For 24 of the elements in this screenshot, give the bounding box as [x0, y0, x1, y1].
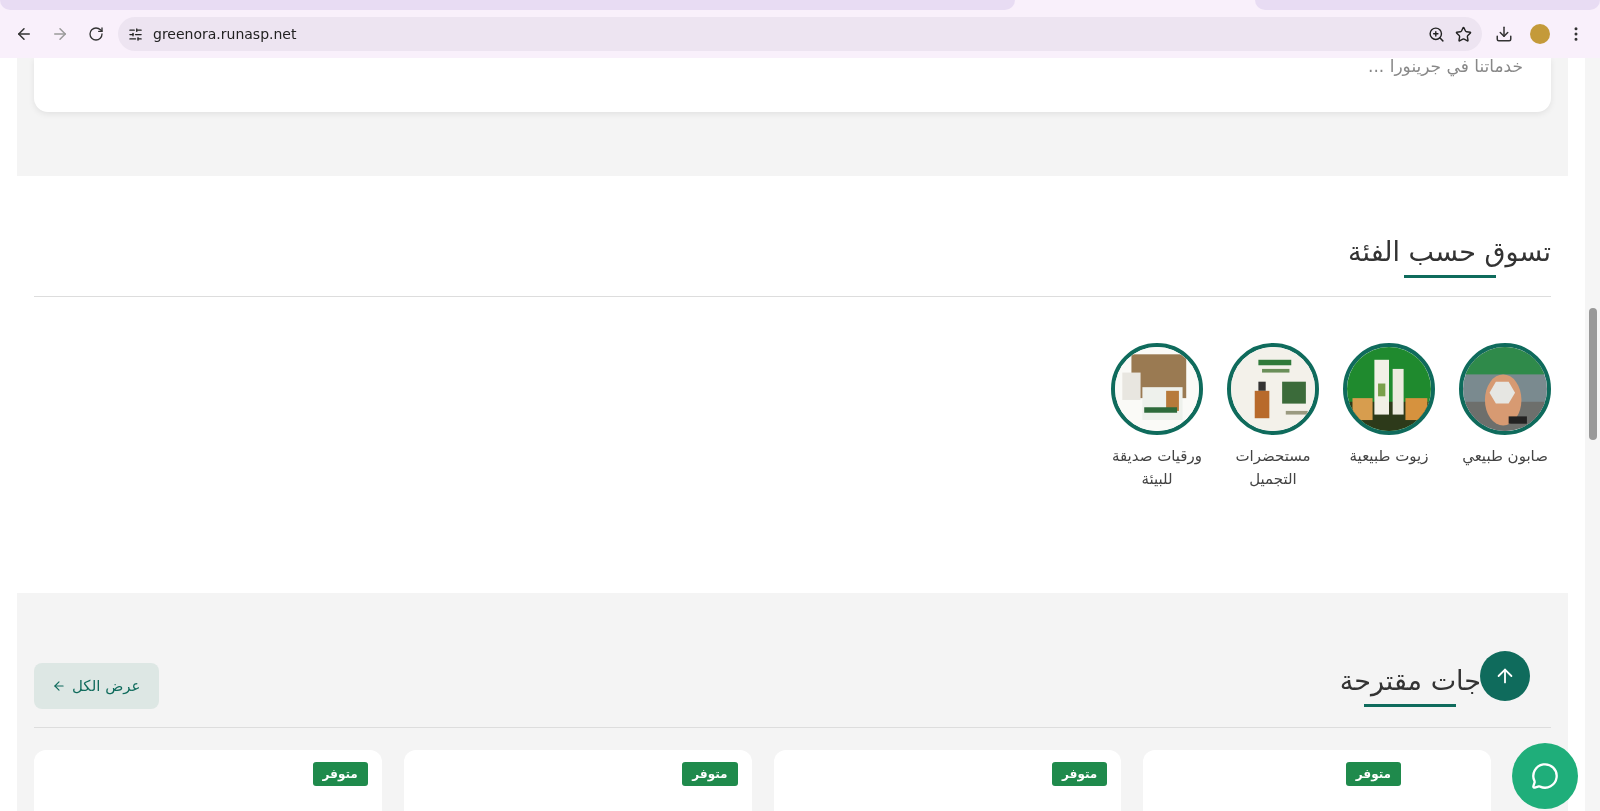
- section-title: جات مقترحة: [1339, 665, 1481, 696]
- product-card[interactable]: متوفر: [34, 750, 382, 811]
- product-card[interactable]: متوفر: [1143, 750, 1491, 811]
- stock-badge: متوفر: [1345, 762, 1401, 786]
- category-label[interactable]: زيوت طبيعية: [1334, 445, 1444, 468]
- site-settings-icon[interactable]: [128, 26, 143, 42]
- scroll-top-button[interactable]: [1480, 651, 1530, 701]
- scrollbar-thumb[interactable]: [1589, 308, 1597, 440]
- stock-badge: متوفر: [312, 762, 368, 786]
- category-label[interactable]: مستحضرات التجميل: [1218, 445, 1328, 490]
- product-card[interactable]: متوفر: [403, 750, 752, 811]
- url-text: greenora.runasp.net: [153, 26, 298, 42]
- section-title: تسوق حسب الفئة: [1348, 236, 1551, 267]
- intro-text: خدماتنا في جرينورا ...: [1368, 58, 1523, 76]
- product-card[interactable]: متوفر: [773, 750, 1122, 811]
- category-label[interactable]: صابون طبيعي: [1450, 445, 1560, 468]
- category-label[interactable]: ورقيات صديقة للبيئة: [1102, 445, 1212, 490]
- address-bar[interactable]: greenora.runasp.net: [118, 17, 1482, 51]
- bookmark-star-icon[interactable]: [1455, 25, 1472, 43]
- stock-badge: متوفر: [1052, 762, 1108, 786]
- chat-bubble-icon: [1531, 762, 1559, 790]
- stock-badge: متوفر: [682, 762, 738, 786]
- view-all-button[interactable]: عرض الكل: [34, 663, 159, 709]
- zoom-icon[interactable]: [1428, 25, 1445, 43]
